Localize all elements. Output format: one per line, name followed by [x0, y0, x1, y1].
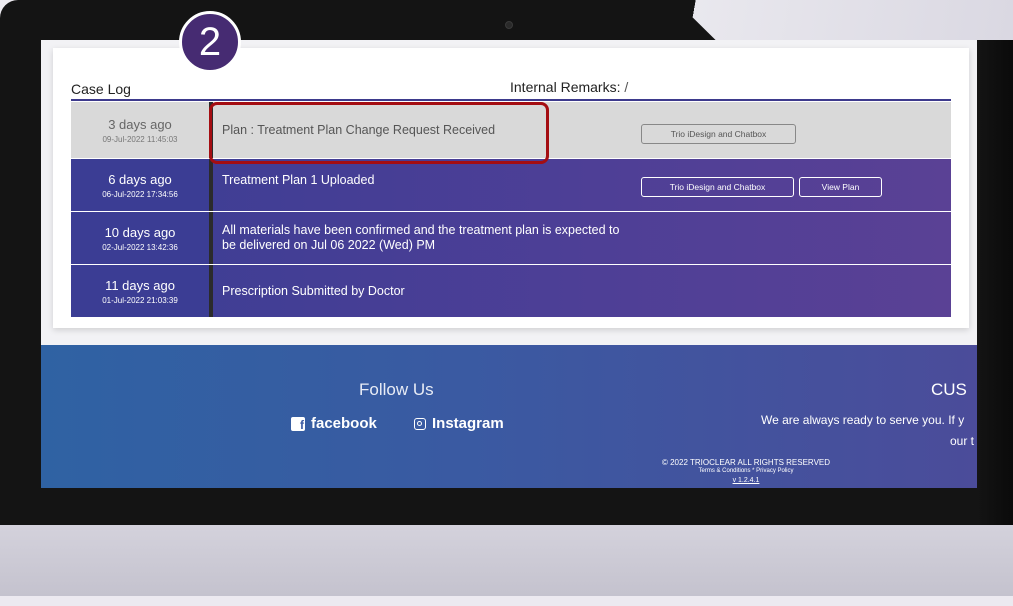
row-description: Treatment Plan 1 Uploaded — [222, 173, 375, 187]
row-timestamp: 06-Jul-2022 17:34:56 — [102, 189, 178, 199]
footer: Follow Us f facebook Instagram CUS We ar… — [41, 345, 977, 488]
row-date: 6 days ago 06-Jul-2022 17:34:56 — [71, 159, 213, 211]
camera-icon — [505, 21, 513, 29]
case-log-card: Case Log Internal Remarks: / 3 days ago … — [53, 48, 969, 328]
row-description-line2: be delivered on Jul 06 2022 (Wed) PM — [222, 238, 436, 252]
row-date: 3 days ago 09-Jul-2022 11:45:03 — [71, 102, 213, 158]
follow-us-heading: Follow Us — [359, 380, 434, 399]
internal-remarks-value: / — [624, 79, 629, 95]
step-badge: 2 — [179, 11, 241, 73]
screen-glare — [675, 0, 1013, 40]
row-date: 10 days ago 02-Jul-2022 13:42:36 — [71, 212, 213, 264]
instagram-link[interactable]: Instagram — [414, 415, 504, 432]
monitor-base — [0, 596, 1013, 606]
customer-service-heading: CUS — [931, 380, 967, 399]
monitor-chin — [0, 525, 1013, 606]
trio-idesign-chatbox-button[interactable]: Trio iDesign and Chatbox — [641, 177, 794, 197]
screen: Case Log Internal Remarks: / 3 days ago … — [41, 40, 977, 488]
case-log-row: 11 days ago 01-Jul-2022 21:03:39 Prescri… — [71, 265, 951, 317]
case-log-row: 10 days ago 02-Jul-2022 13:42:36 All mat… — [71, 212, 951, 264]
facebook-label: facebook — [311, 415, 377, 432]
customer-service-text: We are always ready to serve you. If y — [761, 413, 965, 427]
copyright: © 2022 TRIOCLEAR ALL RIGHTS RESERVED — [661, 458, 831, 467]
row-timestamp: 02-Jul-2022 13:42:36 — [102, 242, 178, 252]
view-plan-button[interactable]: View Plan — [799, 177, 882, 197]
row-description: Prescription Submitted by Doctor — [222, 284, 405, 298]
row-ago: 10 days ago — [104, 224, 176, 240]
monitor-edge — [977, 40, 1013, 525]
instagram-label: Instagram — [432, 415, 504, 432]
internal-remarks-label: Internal Remarks: — [510, 79, 621, 95]
facebook-link[interactable]: f facebook — [291, 415, 377, 432]
row-description: All materials have been confirmed and th… — [222, 223, 619, 252]
row-timestamp: 09-Jul-2022 11:45:03 — [102, 134, 178, 144]
terms-links[interactable]: Terms & Conditions * Privacy Policy — [651, 468, 841, 474]
row-ago: 6 days ago — [108, 171, 172, 187]
divider — [71, 99, 951, 101]
row-ago: 11 days ago — [105, 277, 175, 293]
trio-idesign-chatbox-button[interactable]: Trio iDesign and Chatbox — [641, 124, 796, 144]
instagram-icon — [414, 417, 426, 430]
facebook-icon: f — [291, 416, 305, 431]
row-timestamp: 01-Jul-2022 21:03:39 — [102, 295, 178, 305]
case-log-title: Case Log — [71, 81, 131, 97]
case-log-row: 6 days ago 06-Jul-2022 17:34:56 Treatmen… — [71, 159, 951, 211]
internal-remarks: Internal Remarks: / — [510, 79, 628, 95]
row-ago: 3 days ago — [108, 116, 172, 132]
row-date: 11 days ago 01-Jul-2022 21:03:39 — [71, 265, 213, 317]
customer-service-text-2: our t — [950, 434, 975, 448]
version-link[interactable]: v 1.2.4.1 — [651, 477, 841, 484]
highlight-box — [209, 102, 549, 164]
row-description-line1: All materials have been confirmed and th… — [222, 223, 620, 237]
